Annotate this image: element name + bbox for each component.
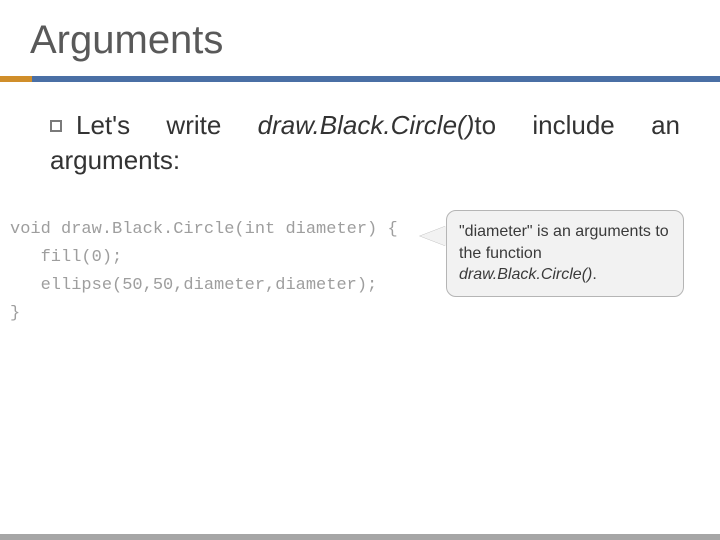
code-block: void draw.Black.Circle(int diameter) { f… — [10, 216, 398, 328]
callout-text-1: "diameter" is an arguments to the functi… — [459, 223, 669, 262]
bullet-icon — [50, 120, 62, 132]
code-line-1: void draw.Black.Circle(int diameter) { — [10, 220, 398, 239]
code-line-2: fill(0); — [10, 248, 122, 267]
slide-title: Arguments — [30, 18, 223, 63]
rule-main — [32, 76, 720, 82]
title-rule — [0, 76, 720, 82]
callout-text-2: . — [592, 266, 596, 283]
callout-box: "diameter" is an arguments to the functi… — [446, 210, 684, 297]
code-line-3: ellipse(50,50,diameter,diameter); — [10, 276, 377, 295]
rule-accent — [0, 76, 32, 82]
body-prefix: Let's write — [76, 110, 258, 140]
code-line-4: } — [10, 304, 20, 323]
callout-function-name: draw.Black.Circle() — [459, 266, 592, 283]
body-paragraph: Let's write draw.Black.Circle()to includ… — [50, 108, 680, 178]
slide: Arguments Let's write draw.Black.Circle(… — [0, 0, 720, 540]
bottom-rule — [0, 534, 720, 540]
body-function-name: draw.Black.Circle() — [258, 110, 475, 140]
callout-tail-icon — [420, 226, 446, 246]
